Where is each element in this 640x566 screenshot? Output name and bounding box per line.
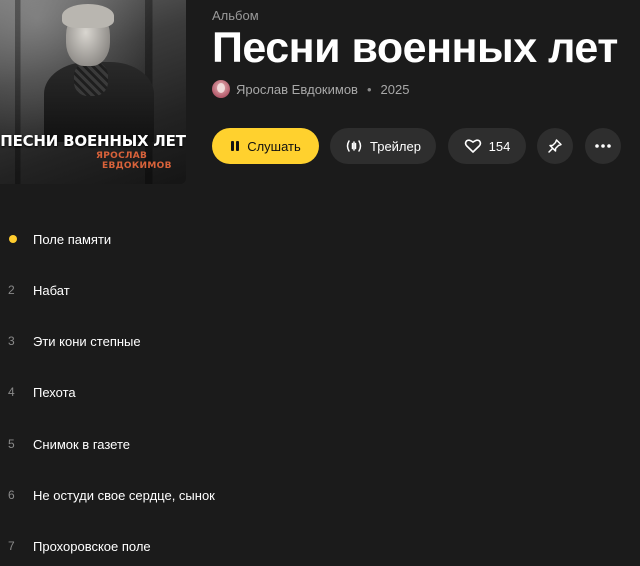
track-number: 3: [8, 334, 15, 348]
track-title: Снимок в газете: [33, 436, 131, 452]
trailer-label: Трейлер: [370, 138, 421, 154]
play-button[interactable]: Слушать: [212, 128, 319, 164]
track-row[interactable]: 6 Не остуди свое сердце, сынок: [0, 470, 640, 520]
track-row[interactable]: Поле памяти: [0, 214, 640, 264]
meta-separator: •: [366, 81, 372, 97]
track-number: 5: [8, 437, 15, 451]
album-type-label: Альбом: [212, 8, 259, 23]
likes-count: 154: [488, 138, 511, 154]
track-row[interactable]: 4 Пехота: [0, 367, 640, 417]
pin-icon: [547, 138, 563, 154]
pin-button[interactable]: [537, 128, 573, 164]
track-number: 2: [8, 283, 15, 297]
release-year: 2025: [380, 81, 410, 97]
now-playing-indicator: [9, 235, 17, 243]
like-button[interactable]: 154: [448, 128, 526, 164]
cover-title: ПЕСНИ ВОЕННЫХ ЛЕТ: [0, 132, 186, 150]
track-title: Эти кони степные: [33, 333, 141, 349]
artist-link[interactable]: Ярослав Евдокимов: [236, 82, 358, 97]
pause-icon: [230, 140, 240, 152]
more-button[interactable]: [585, 128, 621, 164]
track-row[interactable]: 3 Эти кони степные: [0, 316, 640, 366]
track-title: Пехота: [33, 384, 76, 400]
cover-artist: ЯРОСЛАВ ЕВДОКИМОВ: [96, 151, 172, 171]
track-title: Прохоровское поле: [33, 538, 151, 554]
track-number: 6: [8, 488, 15, 502]
cover-portrait: [44, 4, 154, 142]
track-row[interactable]: 5 Снимок в газете: [0, 419, 640, 469]
track-row[interactable]: 2 Набат: [0, 265, 640, 315]
album-cover[interactable]: ПЕСНИ ВОЕННЫХ ЛЕТ ЯРОСЛАВ ЕВДОКИМОВ: [0, 0, 186, 184]
track-number: 7: [8, 539, 15, 553]
album-title: Песни военных лет: [212, 24, 618, 72]
track-row[interactable]: 7 Прохоровское поле: [0, 521, 640, 566]
more-dots-icon: [595, 144, 611, 148]
heart-icon: [464, 138, 482, 154]
artist-avatar[interactable]: [212, 80, 230, 98]
track-number: 4: [8, 385, 15, 399]
track-title: Не остуди свое сердце, сынок: [33, 487, 215, 503]
album-meta: Ярослав Евдокимов • 2025: [212, 80, 409, 98]
track-title: Поле памяти: [33, 231, 112, 247]
trailer-button[interactable]: Трейлер: [330, 128, 436, 164]
broadcast-icon: [345, 138, 363, 154]
play-label: Слушать: [247, 138, 301, 154]
track-title: Набат: [33, 282, 70, 298]
